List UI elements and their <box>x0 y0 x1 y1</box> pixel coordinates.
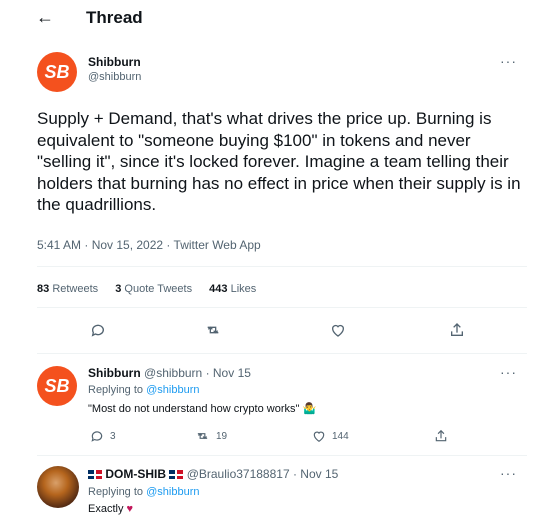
divider <box>37 266 527 267</box>
retweet-action[interactable]: 19 <box>195 428 227 443</box>
avatar[interactable] <box>37 466 79 508</box>
like-action[interactable]: 144 <box>312 428 349 443</box>
back-arrow-icon[interactable]: ← <box>36 7 54 28</box>
like-icon[interactable] <box>330 322 346 341</box>
tweet-text: Supply + Demand, that's what drives the … <box>37 109 521 214</box>
more-icon[interactable]: ··· <box>500 53 517 69</box>
more-icon[interactable]: ··· <box>500 364 517 380</box>
reply-header: DOM-SHIB @Braulio37188817 · Nov 15 <box>88 467 338 481</box>
mention-link[interactable]: @shibburn <box>146 384 199 396</box>
flag-icon <box>169 470 184 480</box>
retweet-icon <box>197 432 208 439</box>
avatar[interactable]: SB <box>37 52 77 92</box>
author-handle[interactable]: @shibburn <box>88 71 141 83</box>
reply-handle-date[interactable]: @shibburn · Nov 15 <box>144 366 251 380</box>
divider <box>37 353 527 354</box>
reply-author-name[interactable]: DOM-SHIB <box>105 467 166 481</box>
like-icon <box>313 431 325 442</box>
reply-author-name[interactable]: Shibburn <box>88 366 141 380</box>
retweet-count: 19 <box>216 431 228 442</box>
reply-text: Exactly ♥ <box>88 503 134 515</box>
heart-icon: ♥ <box>126 503 134 515</box>
replying-to: Replying to @shibburn <box>88 486 200 498</box>
tweet-timestamp[interactable]: 5:41 AM · Nov 15, 2022 · Twitter Web App <box>37 238 261 252</box>
author-name[interactable]: Shibburn <box>88 55 141 69</box>
retweet-icon[interactable] <box>204 322 222 341</box>
avatar[interactable]: SB <box>37 366 77 406</box>
page-title: Thread <box>86 8 143 27</box>
tweet-stats: 83 Retweets 3 Quote Tweets 443 Likes <box>37 283 270 295</box>
reply-icon[interactable] <box>90 322 106 341</box>
reply-handle-date[interactable]: @Braulio37188817 · Nov 15 <box>187 467 339 481</box>
header: ← Thread <box>0 0 536 36</box>
divider <box>37 307 527 308</box>
like-count: 144 <box>332 431 349 442</box>
replying-to: Replying to @shibburn <box>88 384 200 396</box>
likes-stat[interactable]: 443 Likes <box>209 283 256 295</box>
reply-action[interactable]: 3 <box>90 428 116 443</box>
retweets-stat[interactable]: 83 Retweets <box>37 283 98 295</box>
mention-link[interactable]: @shibburn <box>146 486 199 498</box>
divider <box>37 455 527 456</box>
quotes-stat[interactable]: 3 Quote Tweets <box>115 283 192 295</box>
reply-text: "Most do not understand how crypto works… <box>88 403 317 415</box>
more-icon[interactable]: ··· <box>500 465 517 481</box>
reply-count: 3 <box>110 431 116 442</box>
reply-icon <box>91 431 103 442</box>
reply-header: Shibburn @shibburn · Nov 15 <box>88 366 251 380</box>
flag-icon <box>88 470 102 480</box>
share-icon[interactable] <box>434 428 448 443</box>
share-icon[interactable] <box>449 322 465 341</box>
